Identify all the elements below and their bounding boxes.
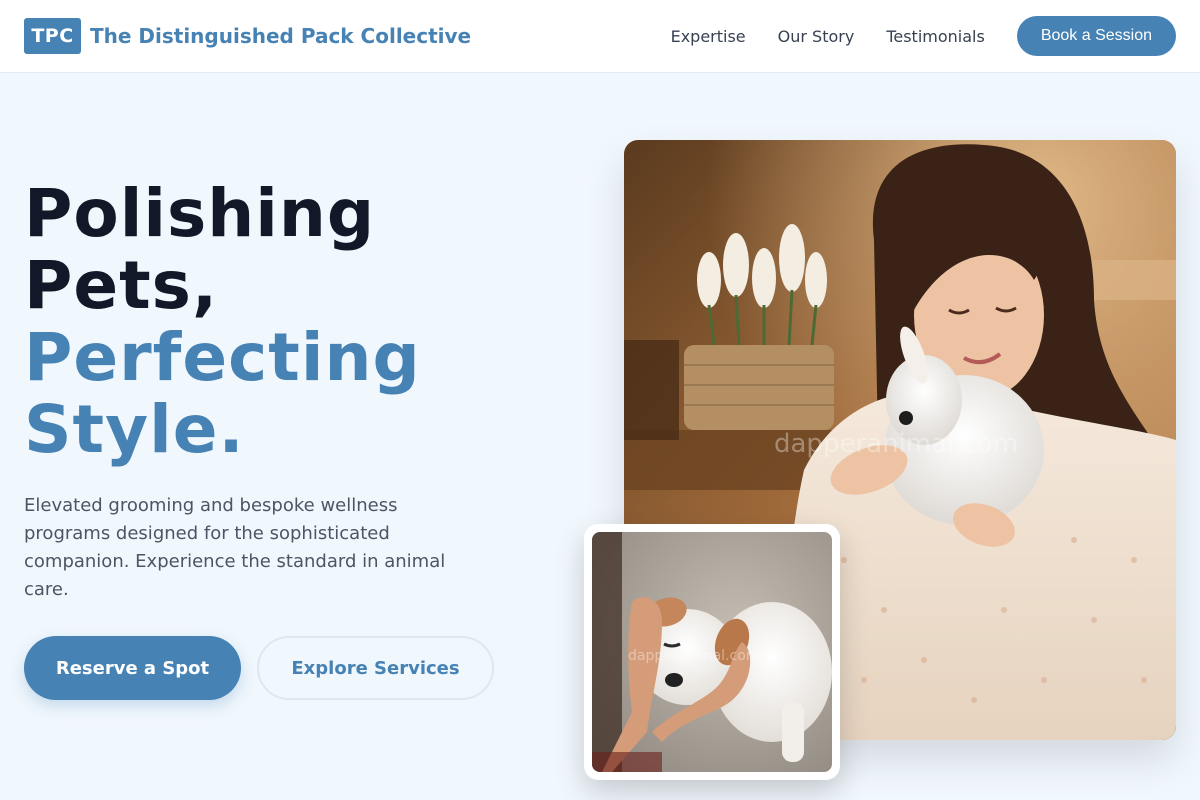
watermark-text: dapperanimal.com: [628, 648, 759, 664]
secondary-photo-card: dapperanimal.com: [584, 524, 840, 780]
hero-description: Elevated grooming and bespoke wellness p…: [24, 495, 446, 600]
hero-title-accent-line: Perfecting: [24, 319, 421, 396]
nav-link-testimonials[interactable]: Testimonials: [886, 27, 985, 46]
brand-name[interactable]: The Distinguished Pack Collective: [90, 24, 471, 48]
puppy-photo-illustration: dapperanimal.com: [592, 532, 832, 772]
book-session-button[interactable]: Book a Session: [1016, 16, 1176, 56]
logo-badge[interactable]: TPC: [24, 18, 81, 54]
main-nav: Expertise Our Story Testimonials Book a …: [671, 16, 1176, 56]
site-header: TPC The Distinguished Pack Collective Ex…: [0, 0, 1200, 73]
explore-services-button[interactable]: Explore Services: [257, 636, 494, 700]
nav-link-our-story[interactable]: Our Story: [778, 27, 855, 46]
hero-title-accent-line: Style.: [24, 391, 245, 468]
watermark-text: dapperanimal.com: [774, 429, 1018, 459]
hero-title-line: Polishing: [24, 175, 376, 252]
hero-title-line: Pets,: [24, 247, 219, 324]
reserve-spot-button[interactable]: Reserve a Spot: [24, 636, 241, 700]
secondary-photo-puppy: dapperanimal.com: [592, 532, 832, 772]
hero-title: Polishing Pets, Perfecting Style.: [24, 178, 421, 466]
nav-link-expertise[interactable]: Expertise: [671, 27, 746, 46]
